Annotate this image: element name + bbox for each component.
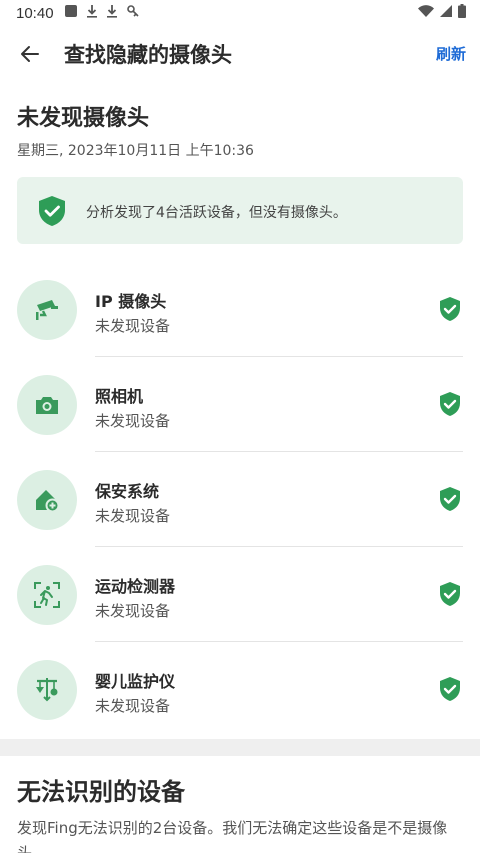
motion-detector-icon <box>34 582 60 608</box>
cctv-icon <box>36 300 58 320</box>
icon-circle <box>17 660 77 720</box>
download-icon <box>106 4 118 22</box>
key-icon <box>126 4 140 22</box>
category-name: 运动检测器 <box>95 577 176 596</box>
list-item[interactable]: IP 摄像头 未发现设备 <box>0 262 480 357</box>
baby-mobile-icon <box>36 678 58 702</box>
category-name: IP 摄像头 <box>95 292 167 311</box>
signal-icon <box>440 5 452 21</box>
shield-check-icon <box>439 581 461 607</box>
status-time: 10:40 <box>16 4 54 22</box>
camera-icon <box>36 397 58 414</box>
category-name: 照相机 <box>95 387 144 406</box>
app-bar: 查找隐藏的摄像头 刷新 <box>0 30 480 78</box>
icon-circle <box>17 470 77 530</box>
icon-circle <box>17 280 77 340</box>
list-item[interactable]: 照相机 未发现设备 <box>0 357 480 452</box>
page-title: 查找隐藏的摄像头 <box>64 43 232 67</box>
section-separator <box>0 739 480 756</box>
download-icon <box>86 4 98 22</box>
category-name: 婴儿监护仪 <box>95 672 176 691</box>
category-status: 未发现设备 <box>95 697 171 715</box>
shield-check-icon <box>439 296 461 322</box>
unrecognized-devices-title: 无法识别的设备 <box>17 778 185 806</box>
shield-check-icon <box>439 486 461 512</box>
home-security-icon <box>36 490 60 513</box>
result-headline: 未发现摄像头 <box>17 106 150 131</box>
category-status: 未发现设备 <box>95 412 171 430</box>
shield-check-icon <box>439 676 461 702</box>
unrecognized-devices-description: 发现Fing无法识别的2台设备。我们无法确定这些设备是不是摄像头。 <box>17 819 448 853</box>
banner-text: 分析发现了4台活跃设备，但没有摄像头。 <box>86 205 347 221</box>
square-icon <box>64 4 78 22</box>
category-status: 未发现设备 <box>95 507 171 525</box>
analysis-banner: 分析发现了4台活跃设备，但没有摄像头。 <box>17 177 463 244</box>
shield-check-icon <box>439 391 461 417</box>
category-status: 未发现设备 <box>95 317 171 335</box>
wifi-icon <box>418 5 434 21</box>
battery-icon <box>458 4 466 22</box>
status-bar: 10:40 <box>0 0 480 26</box>
icon-circle <box>17 565 77 625</box>
refresh-button[interactable]: 刷新 <box>436 43 466 64</box>
shield-check-icon <box>37 195 67 227</box>
list-item[interactable]: 婴儿监护仪 未发现设备 <box>0 642 480 737</box>
scan-timestamp: 星期三, 2023年10月11日 上午10:36 <box>17 143 254 159</box>
category-status: 未发现设备 <box>95 602 171 620</box>
list-item[interactable]: 运动检测器 未发现设备 <box>0 547 480 642</box>
icon-circle <box>17 375 77 435</box>
back-arrow-icon[interactable] <box>18 42 42 66</box>
device-category-list: IP 摄像头 未发现设备 照相机 未发现设备 保安系统 未发现设备 运动检测器 … <box>0 262 480 737</box>
status-right <box>418 4 466 22</box>
list-item[interactable]: 保安系统 未发现设备 <box>0 452 480 547</box>
category-name: 保安系统 <box>95 482 160 501</box>
